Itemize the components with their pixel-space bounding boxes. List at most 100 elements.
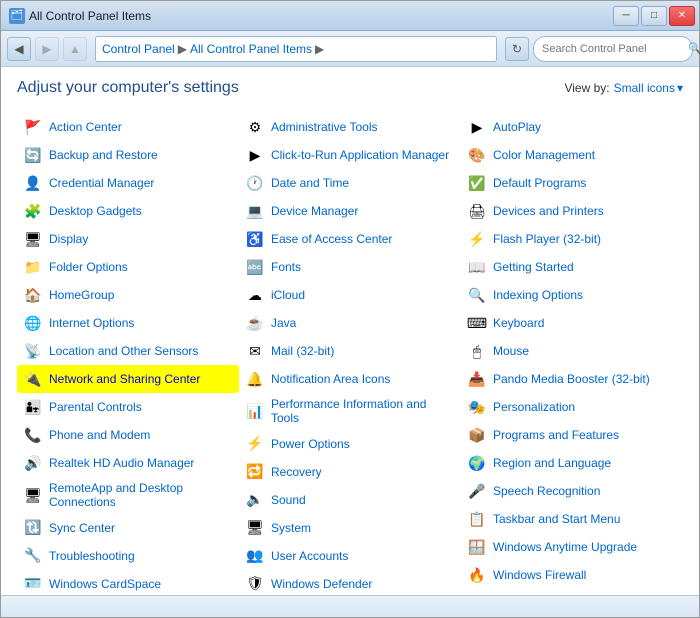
cp-item-fonts[interactable]: 🔤 Fonts bbox=[239, 253, 461, 281]
cp-item-personalization[interactable]: 🎭Personalization bbox=[461, 393, 683, 421]
cp-item-date-time[interactable]: 🕐Date and Time bbox=[239, 169, 461, 197]
cp-item-power-options[interactable]: ⚡Power Options bbox=[239, 430, 461, 458]
cp-item-default-programs[interactable]: ✅Default Programs bbox=[461, 169, 683, 197]
cp-item-realtek-audio[interactable]: 🔊Realtek HD Audio Manager bbox=[17, 449, 239, 477]
pando-media-icon: 📥 bbox=[467, 369, 487, 389]
window-title: All Control Panel Items bbox=[29, 9, 151, 23]
title-bar-left: 🗂 All Control Panel Items bbox=[9, 8, 151, 24]
back-button[interactable]: ◀ bbox=[7, 37, 31, 61]
cp-item-windows-cardspace[interactable]: 🪪Windows CardSpace bbox=[17, 570, 239, 595]
windows-defender-label: Windows Defender bbox=[271, 577, 372, 591]
search-input[interactable] bbox=[542, 43, 684, 55]
cp-item-system[interactable]: 🖥System bbox=[239, 514, 461, 542]
cp-item-color-management[interactable]: 🎨Color Management bbox=[461, 141, 683, 169]
location-sensors-icon: 📡 bbox=[23, 341, 43, 361]
device-manager-label: Device Manager bbox=[271, 204, 358, 218]
cp-item-troubleshooting[interactable]: 🔧Troubleshooting bbox=[17, 542, 239, 570]
internet-options-icon: 🌐 bbox=[23, 313, 43, 333]
view-by-label: View by: bbox=[564, 81, 609, 95]
cp-item-desktop-gadgets[interactable]: 🧩Desktop Gadgets bbox=[17, 197, 239, 225]
cp-item-action-center[interactable]: 🚩Action Center bbox=[17, 113, 239, 141]
up-button[interactable]: ▲ bbox=[63, 37, 87, 61]
admin-tools-icon: ⚙ bbox=[245, 117, 265, 137]
credential-manager-icon: 👤 bbox=[23, 173, 43, 193]
fonts-label: Fonts bbox=[271, 260, 301, 274]
cp-item-sound[interactable]: 🔈Sound bbox=[239, 486, 461, 514]
cp-item-user-accounts[interactable]: 👥User Accounts bbox=[239, 542, 461, 570]
cp-item-backup-restore[interactable]: 🔄Backup and Restore bbox=[17, 141, 239, 169]
cp-item-programs-features[interactable]: 📦Programs and Features bbox=[461, 421, 683, 449]
power-options-label: Power Options bbox=[271, 437, 350, 451]
cp-item-phone-modem[interactable]: 📞Phone and Modem bbox=[17, 421, 239, 449]
cp-item-indexing-options[interactable]: 🔍Indexing Options bbox=[461, 281, 683, 309]
ease-access-label: Ease of Access Center bbox=[271, 232, 392, 246]
display-label: Display bbox=[49, 232, 88, 246]
title-bar-controls: ─ □ ✕ bbox=[613, 6, 695, 26]
breadcrumb-separator2: ▶ bbox=[315, 42, 324, 56]
performance-tools-label: Performance Information and Tools bbox=[271, 397, 455, 426]
cp-item-mail[interactable]: ✉Mail (32-bit) bbox=[239, 337, 461, 365]
minimize-button[interactable]: ─ bbox=[613, 6, 639, 26]
cp-item-sync-center[interactable]: 🔃Sync Center bbox=[17, 514, 239, 542]
keyboard-label: Keyboard bbox=[493, 316, 544, 330]
cp-item-autoplay[interactable]: ▶AutoPlay bbox=[461, 113, 683, 141]
cp-item-homegroup[interactable]: 🏠HomeGroup bbox=[17, 281, 239, 309]
credential-manager-label: Credential Manager bbox=[49, 176, 154, 190]
refresh-button[interactable]: ↻ bbox=[505, 37, 529, 61]
breadcrumb-all-items[interactable]: All Control Panel Items bbox=[190, 42, 312, 56]
cp-item-region-language[interactable]: 🌍Region and Language bbox=[461, 449, 683, 477]
cp-item-taskbar-start[interactable]: 📋Taskbar and Start Menu bbox=[461, 505, 683, 533]
cp-item-device-manager[interactable]: 💻Device Manager bbox=[239, 197, 461, 225]
fonts-icon: 🔤 bbox=[245, 257, 265, 277]
remoteapp-label: RemoteApp and Desktop Connections bbox=[49, 481, 233, 510]
cp-item-icloud[interactable]: ☁iCloud bbox=[239, 281, 461, 309]
color-management-icon: 🎨 bbox=[467, 145, 487, 165]
sync-center-icon: 🔃 bbox=[23, 518, 43, 538]
speech-recognition-label: Speech Recognition bbox=[493, 484, 600, 498]
cp-item-remoteapp[interactable]: 🖥RemoteApp and Desktop Connections bbox=[17, 477, 239, 514]
icloud-label: iCloud bbox=[271, 288, 305, 302]
cp-item-performance-tools[interactable]: 📊Performance Information and Tools bbox=[239, 393, 461, 430]
cp-item-click-to-run[interactable]: ▶Click-to-Run Application Manager bbox=[239, 141, 461, 169]
cp-item-flash-player[interactable]: ⚡Flash Player (32-bit) bbox=[461, 225, 683, 253]
cp-item-java[interactable]: ☕Java bbox=[239, 309, 461, 337]
cp-item-display[interactable]: 🖥Display bbox=[17, 225, 239, 253]
breadcrumb-control-panel[interactable]: Control Panel bbox=[102, 42, 175, 56]
windows-firewall-label: Windows Firewall bbox=[493, 568, 586, 582]
cp-item-network-sharing[interactable]: 🔌Network and Sharing Center bbox=[17, 365, 239, 393]
cp-item-location-sensors[interactable]: 📡Location and Other Sensors bbox=[17, 337, 239, 365]
page-title: Adjust your computer's settings bbox=[17, 79, 239, 97]
forward-button[interactable]: ▶ bbox=[35, 37, 59, 61]
recovery-label: Recovery bbox=[271, 465, 322, 479]
cp-item-recovery[interactable]: 🔁Recovery bbox=[239, 458, 461, 486]
cp-item-notification-icons[interactable]: 🔔Notification Area Icons bbox=[239, 365, 461, 393]
windows-anytime-icon: 🪟 bbox=[467, 537, 487, 557]
view-by-dropdown[interactable]: Small icons ▾ bbox=[614, 81, 683, 95]
user-accounts-label: User Accounts bbox=[271, 549, 348, 563]
cp-item-windows-anytime[interactable]: 🪟Windows Anytime Upgrade bbox=[461, 533, 683, 561]
search-bar: 🔍 bbox=[533, 36, 693, 62]
cp-item-folder-options[interactable]: 📁Folder Options bbox=[17, 253, 239, 281]
view-by-container: View by: Small icons ▾ bbox=[564, 81, 683, 95]
pando-media-label: Pando Media Booster (32-bit) bbox=[493, 372, 650, 386]
parental-controls-icon: 👨‍👧 bbox=[23, 397, 43, 417]
network-sharing-icon: 🔌 bbox=[23, 369, 43, 389]
maximize-button[interactable]: □ bbox=[641, 6, 667, 26]
cp-item-mouse[interactable]: 🖱Mouse bbox=[461, 337, 683, 365]
cp-item-windows-firewall[interactable]: 🔥Windows Firewall bbox=[461, 561, 683, 589]
cp-item-admin-tools[interactable]: ⚙ Administrative Tools bbox=[239, 113, 461, 141]
cp-item-windows-defender[interactable]: 🛡Windows Defender bbox=[239, 570, 461, 595]
cp-item-pando-media[interactable]: 📥 Pando Media Booster (32-bit) bbox=[461, 365, 683, 393]
personalization-icon: 🎭 bbox=[467, 397, 487, 417]
cp-item-parental-controls[interactable]: 👨‍👧Parental Controls bbox=[17, 393, 239, 421]
cp-item-keyboard[interactable]: ⌨Keyboard bbox=[461, 309, 683, 337]
cp-item-getting-started[interactable]: 📖Getting Started bbox=[461, 253, 683, 281]
admin-tools-label: Administrative Tools bbox=[271, 120, 378, 134]
cp-item-credential-manager[interactable]: 👤 Credential Manager bbox=[17, 169, 239, 197]
cp-item-speech-recognition[interactable]: 🎤Speech Recognition bbox=[461, 477, 683, 505]
cp-item-ease-access[interactable]: ♿Ease of Access Center bbox=[239, 225, 461, 253]
date-time-label: Date and Time bbox=[271, 176, 349, 190]
close-button[interactable]: ✕ bbox=[669, 6, 695, 26]
cp-item-internet-options[interactable]: 🌐Internet Options bbox=[17, 309, 239, 337]
cp-item-devices-printers[interactable]: 🖨Devices and Printers bbox=[461, 197, 683, 225]
